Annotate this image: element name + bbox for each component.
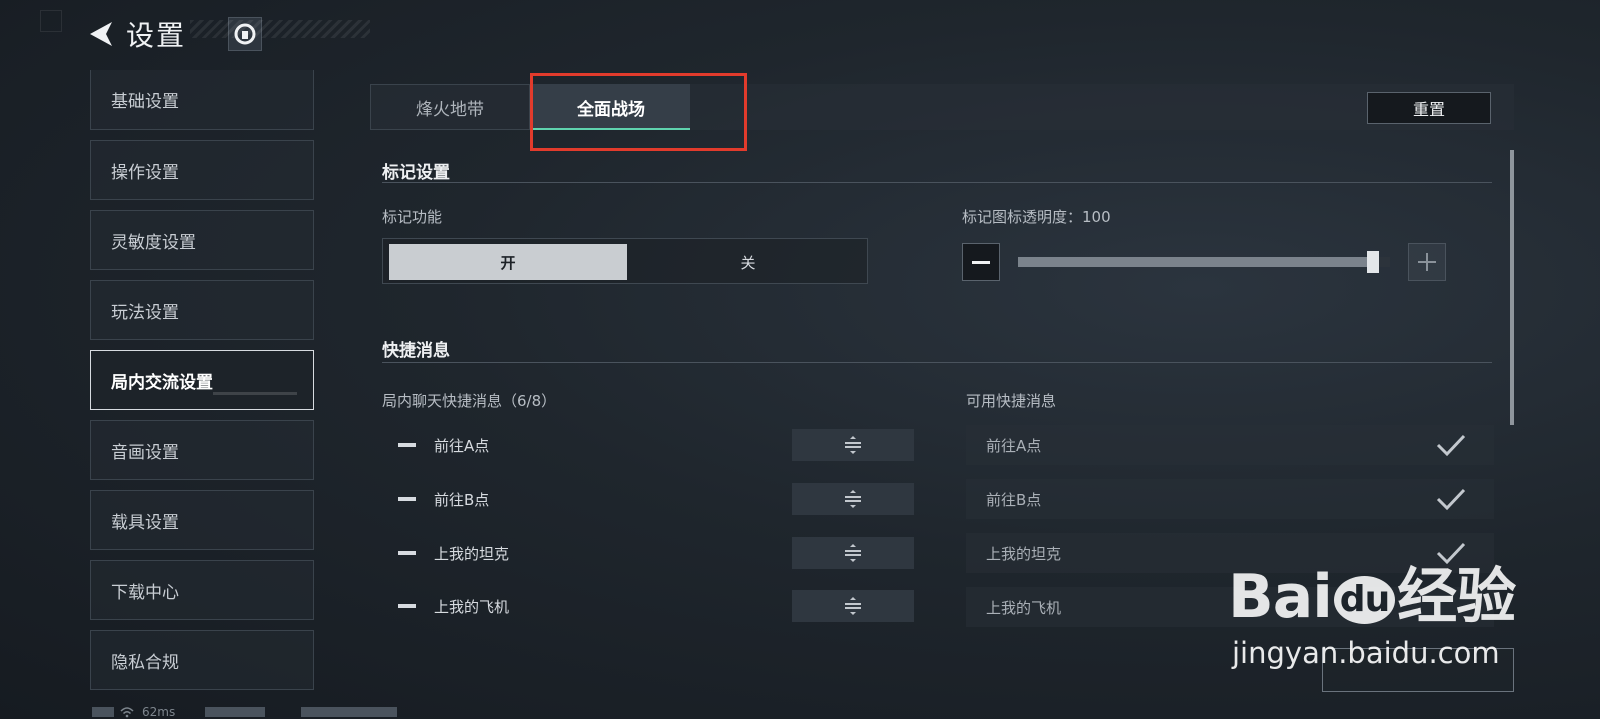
opacity-slider-fill	[1018, 257, 1379, 267]
header: 设置	[86, 12, 370, 56]
chat-message-row: 上我的飞机	[382, 587, 914, 625]
available-message-text: 上我的坦克	[986, 544, 1062, 563]
marker-function-toggle: 开 关	[382, 238, 868, 284]
page-title: 设置	[126, 19, 187, 52]
chat-message-text: 前往A点	[434, 436, 490, 455]
tab-full-battlefield[interactable]: 全面战场	[532, 84, 690, 130]
drag-handle-icon	[845, 597, 861, 615]
chat-message-row: 上我的坦克	[382, 534, 914, 572]
available-message-text: 上我的飞机	[986, 598, 1062, 617]
check-icon	[1436, 488, 1466, 511]
available-message-text: 前往A点	[986, 436, 1042, 455]
check-icon	[1436, 542, 1466, 565]
corner-decoration	[40, 10, 62, 32]
marker-function-label: 标记功能	[382, 208, 443, 226]
plus-icon	[1418, 253, 1436, 271]
scrollbar[interactable]	[1510, 150, 1514, 425]
remove-message-button[interactable]	[398, 551, 416, 555]
available-message-row[interactable]: 上我的坦克	[966, 533, 1494, 573]
chat-message-row: 前往B点	[382, 480, 914, 518]
tab-hazard-zone[interactable]: 烽火地带	[370, 84, 530, 130]
drag-handle-icon	[845, 544, 861, 562]
status-bar: 62ms	[86, 704, 403, 719]
chat-quick-messages-label: 局内聊天快捷消息（6/8）	[382, 392, 557, 410]
sidebar-item-communication[interactable]: 局内交流设置	[90, 350, 314, 410]
check-icon	[1436, 434, 1466, 457]
drag-handle-icon	[845, 436, 861, 454]
section-divider	[382, 182, 1492, 183]
opacity-decrease-button[interactable]	[962, 243, 1000, 281]
sidebar: 基础设置 操作设置 灵敏度设置 玩法设置 局内交流设置 音画设置 载具设置 下载…	[90, 70, 314, 700]
back-button[interactable]	[86, 19, 116, 49]
drag-handle-icon	[845, 490, 861, 508]
wifi-icon	[120, 706, 134, 717]
sidebar-item-vehicle[interactable]: 载具设置	[90, 490, 314, 550]
section-divider	[382, 362, 1492, 363]
battery-icon	[92, 706, 114, 717]
sidebar-item-gameplay[interactable]: 玩法设置	[90, 280, 314, 340]
remove-message-button[interactable]	[398, 497, 416, 501]
toggle-on-button[interactable]: 开	[389, 244, 627, 280]
section-title-marker: 标记设置	[382, 163, 450, 183]
redacted-block	[205, 706, 266, 717]
sidebar-item-controls[interactable]: 操作设置	[90, 140, 314, 200]
reset-button[interactable]: 重置	[1367, 92, 1491, 124]
minus-icon	[972, 261, 990, 264]
drag-handle[interactable]	[792, 483, 914, 515]
drag-handle[interactable]	[792, 537, 914, 569]
chat-message-text: 前往B点	[434, 490, 490, 509]
marker-opacity-label: 标记图标透明度：100	[962, 208, 1111, 226]
opacity-slider[interactable]	[1018, 251, 1390, 273]
section-title-quick-messages: 快捷消息	[382, 341, 450, 361]
bottom-action-button[interactable]	[1322, 648, 1514, 692]
back-arrow-icon	[90, 22, 112, 46]
sidebar-item-download-center[interactable]: 下载中心	[90, 560, 314, 620]
available-message-text: 前往B点	[986, 490, 1042, 509]
available-message-row[interactable]: 前往A点	[966, 425, 1494, 465]
available-message-row[interactable]: 上我的飞机	[966, 587, 1494, 627]
toggle-off-button[interactable]: 关	[633, 244, 863, 280]
available-message-row[interactable]: 前往B点	[966, 479, 1494, 519]
redacted-block	[301, 706, 398, 717]
remove-message-button[interactable]	[398, 604, 416, 608]
remove-message-button[interactable]	[398, 443, 416, 447]
opacity-increase-button[interactable]	[1408, 243, 1446, 281]
chat-message-text: 上我的飞机	[434, 597, 510, 616]
opacity-slider-thumb[interactable]	[1366, 251, 1379, 273]
drag-handle[interactable]	[792, 429, 914, 461]
ping-text: 62ms	[142, 704, 176, 719]
available-quick-messages-label: 可用快捷消息	[966, 392, 1057, 410]
header-hatch-decoration	[190, 20, 370, 38]
chat-message-row: 前往A点	[382, 426, 914, 464]
sidebar-item-audio-video[interactable]: 音画设置	[90, 420, 314, 480]
mode-tabs: 烽火地带 全面战场	[370, 84, 1514, 130]
drag-handle[interactable]	[792, 590, 914, 622]
sidebar-item-privacy[interactable]: 隐私合规	[90, 630, 314, 690]
sidebar-item-sensitivity[interactable]: 灵敏度设置	[90, 210, 314, 270]
chat-message-text: 上我的坦克	[434, 544, 510, 563]
sidebar-item-basic[interactable]: 基础设置	[90, 70, 314, 130]
